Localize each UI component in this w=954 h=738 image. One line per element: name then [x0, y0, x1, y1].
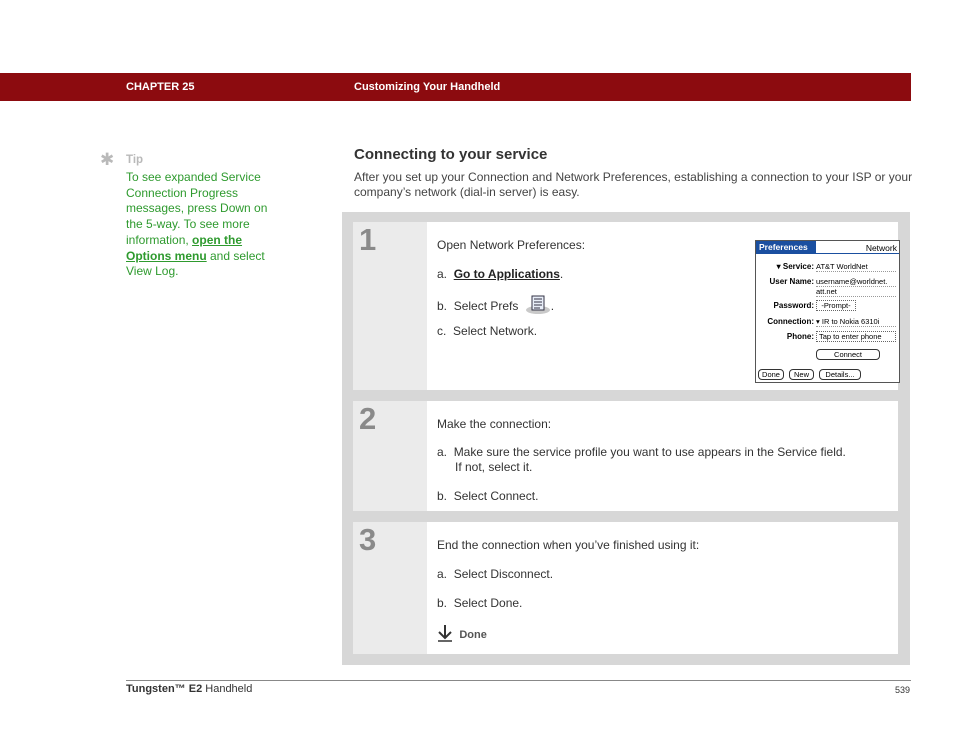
- chapter-title: Customizing Your Handheld: [354, 81, 501, 93]
- substep-prefix: a.: [437, 267, 448, 281]
- tip-text: To see expanded Service Connection Progr…: [126, 170, 276, 280]
- step-2: 2 Make the connection: a. Make sure the …: [353, 401, 898, 511]
- substep-b: b. Select Done.: [437, 596, 522, 610]
- substep-prefix: a.: [437, 567, 448, 581]
- connect-button: Connect: [816, 349, 880, 360]
- substep-a: a. Go to Applications.: [437, 267, 563, 281]
- step-lead: Open Network Preferences:: [437, 238, 586, 252]
- substep-prefix: c.: [437, 324, 447, 338]
- details-button: Details...: [819, 369, 861, 380]
- step-number: 3: [359, 522, 377, 557]
- footer-rule: [126, 680, 911, 681]
- substep-prefix: b.: [437, 596, 448, 610]
- network-preferences-screenshot: Preferences Network ▾ Service: AT&T Worl…: [755, 240, 900, 383]
- step-number-column: 3: [353, 522, 427, 654]
- page-number: 539: [894, 685, 910, 695]
- connection-value: ▾ IR to Nokia 6310i: [816, 317, 896, 327]
- steps-panel: 1 Open Network Preferences: a. Go to App…: [342, 212, 910, 665]
- password-label: Password:: [773, 301, 814, 310]
- phone-label: Phone:: [786, 332, 814, 341]
- asterisk-icon: ✱: [100, 150, 115, 169]
- username-label: User Name:: [769, 277, 814, 286]
- section-intro: After you set up your Connection and Net…: [354, 170, 913, 200]
- substep-text: Select Network.: [453, 324, 538, 338]
- substep-suffix: .: [550, 299, 555, 313]
- substep-a-continued: If not, select it.: [455, 460, 533, 474]
- substep-prefix: b.: [437, 299, 448, 313]
- substep-prefix: a.: [437, 445, 448, 459]
- done-marker: Done: [437, 624, 487, 642]
- service-label: ▾ Service:: [776, 262, 814, 271]
- footer-product: Tungsten™ E2 Handheld: [126, 683, 252, 695]
- connection-value-text: IR to Nokia 6310i: [821, 317, 880, 326]
- username-value-line-1: username@worldnet.: [816, 277, 896, 287]
- done-label: Done: [459, 629, 487, 641]
- substep-a: a. Make sure the service profile you wan…: [437, 445, 846, 459]
- done-button: Done: [758, 369, 784, 380]
- password-value: -Prompt-: [816, 300, 856, 311]
- username-value-line-2: att.net: [816, 287, 896, 297]
- step-3: 3 End the connection when you’ve finishe…: [353, 522, 898, 654]
- step-number: 1: [359, 222, 377, 257]
- connection-label: Connection:: [767, 317, 814, 326]
- new-button: New: [789, 369, 814, 380]
- substep-prefix: b.: [437, 489, 448, 503]
- substep-b: b. Select Prefs .: [437, 295, 554, 315]
- tip-label: Tip: [126, 154, 144, 166]
- substep-text: Select Prefs: [453, 299, 519, 313]
- step-lead: End the connection when you’ve finished …: [437, 538, 700, 552]
- step-number: 2: [359, 401, 377, 436]
- section-title: Connecting to your service: [354, 146, 548, 163]
- go-to-applications-link[interactable]: Go to Applications: [454, 267, 560, 281]
- substep-suffix: .: [559, 267, 564, 281]
- down-arrow-icon: [438, 625, 452, 642]
- title-rule: [756, 253, 899, 254]
- step-number-column: 1: [353, 222, 427, 390]
- product-name: Tungsten™ E2: [126, 683, 203, 695]
- step-lead: Make the connection:: [437, 417, 552, 431]
- step-1: 1 Open Network Preferences: a. Go to App…: [353, 222, 900, 390]
- prefs-icon: [525, 295, 550, 314]
- substep-c: c. Select Network.: [437, 324, 537, 338]
- service-value: AT&T WorldNet: [816, 262, 896, 272]
- substep-b: b. Select Connect.: [437, 489, 538, 503]
- substep-text: Select Disconnect.: [453, 567, 554, 581]
- substep-text: Select Done.: [453, 596, 523, 610]
- chapter-header-bar: CHAPTER 25 Customizing Your Handheld: [0, 73, 911, 101]
- substep-text: Make sure the service profile you want t…: [453, 445, 846, 459]
- substep-text: Select Connect.: [453, 489, 539, 503]
- service-label-text: Service:: [782, 262, 814, 271]
- substep-a: a. Select Disconnect.: [437, 567, 553, 581]
- product-suffix: Handheld: [202, 683, 253, 695]
- phone-value: Tap to enter phone: [816, 331, 896, 342]
- chapter-number: CHAPTER 25: [126, 81, 195, 93]
- network-title: Network: [865, 243, 897, 253]
- step-number-column: 2: [353, 401, 427, 511]
